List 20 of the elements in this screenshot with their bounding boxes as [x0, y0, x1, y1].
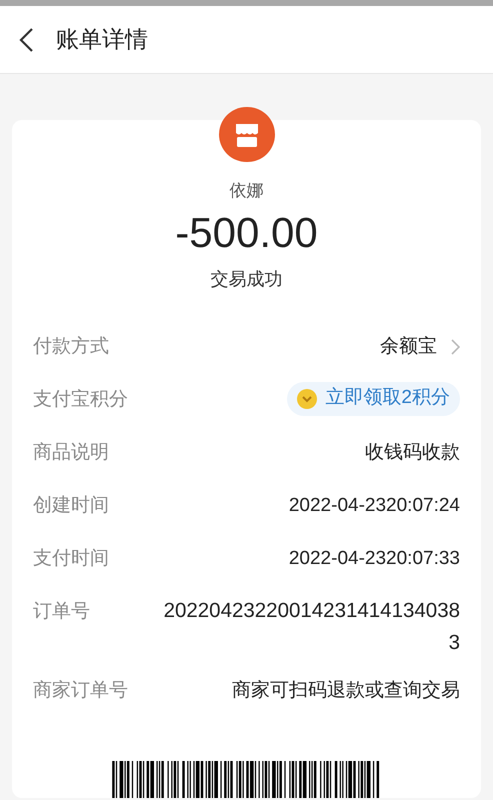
payment-method-link[interactable]: 余额宝 — [380, 332, 437, 362]
field-value: 收钱码收款 — [365, 440, 460, 465]
transaction-status: 交易成功 — [210, 268, 282, 291]
field-label: 商家订单号 — [33, 678, 128, 703]
field-value: 2022-04-2320:07:33 — [288, 546, 460, 571]
field-label: 创建时间 — [33, 494, 109, 518]
amount: -500.00 — [175, 208, 318, 258]
merchant-name: 依娜 — [230, 180, 264, 202]
order-number: 202204232200142314141340383 — [162, 598, 460, 656]
coin-icon — [297, 388, 318, 409]
claim-points-button[interactable]: 立即领取2积分 — [287, 382, 460, 416]
field-label: 支付时间 — [33, 546, 109, 571]
field-label: 订单号 — [33, 600, 90, 624]
field-label: 付款方式 — [33, 334, 109, 359]
field-label: 支付宝积分 — [33, 388, 128, 412]
field-value: 2022-04-2320:07:24 — [288, 494, 460, 518]
back-icon[interactable] — [18, 26, 34, 52]
field-label: 商品说明 — [33, 440, 109, 465]
page-title: 账单详情 — [56, 25, 148, 54]
field-value: 商家可扫码退款或查询交易 — [232, 678, 460, 703]
